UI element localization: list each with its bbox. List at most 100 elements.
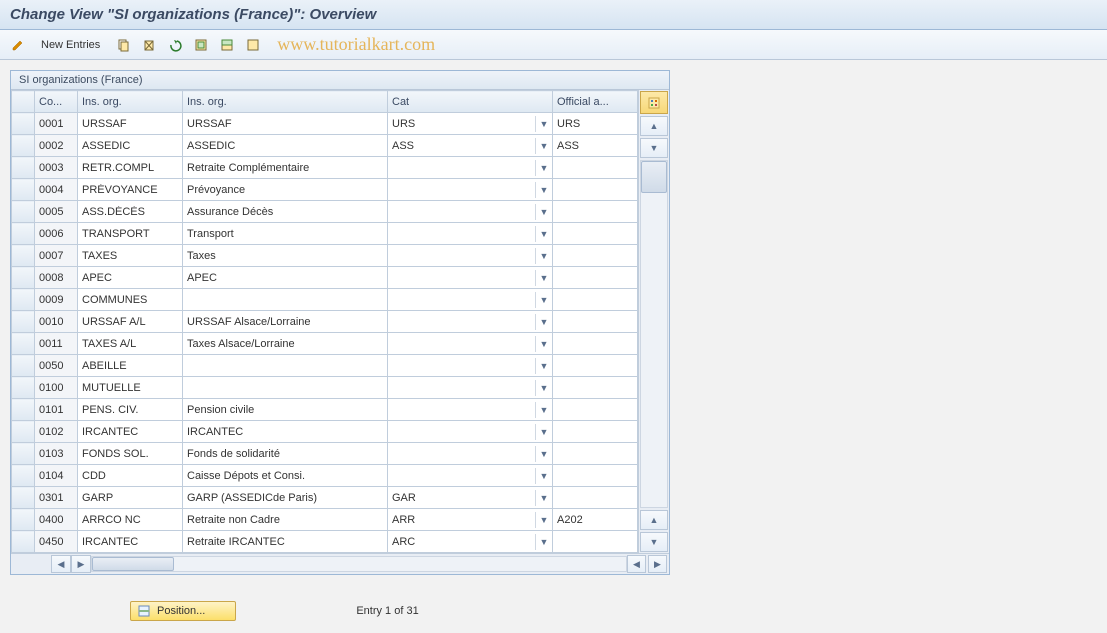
select-block-icon[interactable] — [217, 35, 237, 55]
ins-org-short-field[interactable] — [78, 355, 182, 376]
ins-org-short-field[interactable] — [78, 509, 182, 530]
code-field[interactable] — [35, 333, 77, 354]
code-field[interactable] — [35, 179, 77, 200]
scroll-row-down-icon[interactable]: ▼ — [640, 138, 668, 158]
category-value[interactable]: ARC — [388, 536, 535, 548]
code-field[interactable] — [35, 201, 77, 222]
code-field[interactable] — [35, 223, 77, 244]
official-field[interactable] — [553, 355, 637, 376]
ins-org-short-field[interactable] — [78, 245, 182, 266]
ins-org-long-field[interactable] — [183, 289, 387, 310]
ins-org-long-field[interactable] — [183, 201, 387, 222]
row-selector[interactable] — [12, 311, 35, 333]
ins-org-short-field[interactable] — [78, 157, 182, 178]
grid-header-cat[interactable]: Cat — [388, 91, 553, 113]
select-all-icon[interactable] — [191, 35, 211, 55]
official-field[interactable] — [553, 465, 637, 486]
official-field[interactable] — [553, 531, 637, 552]
row-selector[interactable] — [12, 113, 35, 135]
vertical-scrollbar-track[interactable] — [640, 160, 668, 508]
category-value[interactable]: ASS — [388, 140, 535, 152]
official-field[interactable] — [553, 311, 637, 332]
code-field[interactable] — [35, 157, 77, 178]
code-field[interactable] — [35, 113, 77, 134]
row-selector[interactable] — [12, 443, 35, 465]
ins-org-long-field[interactable] — [183, 179, 387, 200]
code-field[interactable] — [35, 267, 77, 288]
horizontal-scrollbar-track[interactable] — [91, 556, 627, 572]
delete-icon[interactable] — [139, 35, 159, 55]
code-field[interactable] — [35, 465, 77, 486]
row-selector[interactable] — [12, 421, 35, 443]
chevron-down-icon[interactable]: ▼ — [535, 380, 552, 396]
deselect-all-icon[interactable] — [243, 35, 263, 55]
scroll-down-icon[interactable]: ▼ — [640, 532, 668, 552]
grid-header-long[interactable]: Ins. org. — [183, 91, 388, 113]
chevron-down-icon[interactable]: ▼ — [535, 534, 552, 550]
ins-org-short-field[interactable] — [78, 487, 182, 508]
ins-org-long-field[interactable] — [183, 267, 387, 288]
grid-header-official[interactable]: Official a... — [553, 91, 638, 113]
chevron-down-icon[interactable]: ▼ — [535, 204, 552, 220]
undo-icon[interactable] — [165, 35, 185, 55]
chevron-down-icon[interactable]: ▼ — [535, 270, 552, 286]
category-value[interactable]: ARR — [388, 514, 535, 526]
scroll-col-right-icon[interactable]: ▶ — [71, 555, 91, 573]
official-field[interactable] — [553, 223, 637, 244]
ins-org-long-field[interactable] — [183, 399, 387, 420]
chevron-down-icon[interactable]: ▼ — [535, 160, 552, 176]
chevron-down-icon[interactable]: ▼ — [535, 336, 552, 352]
ins-org-short-field[interactable] — [78, 311, 182, 332]
chevron-down-icon[interactable]: ▼ — [535, 402, 552, 418]
vertical-scrollbar-thumb[interactable] — [641, 161, 667, 193]
chevron-down-icon[interactable]: ▼ — [535, 468, 552, 484]
ins-org-short-field[interactable] — [78, 465, 182, 486]
ins-org-long-field[interactable] — [183, 245, 387, 266]
chevron-down-icon[interactable]: ▼ — [535, 116, 552, 132]
official-field[interactable] — [553, 399, 637, 420]
category-value[interactable]: GAR — [388, 492, 535, 504]
chevron-down-icon[interactable]: ▼ — [535, 292, 552, 308]
toggle-change-icon[interactable] — [8, 35, 28, 55]
chevron-down-icon[interactable]: ▼ — [535, 490, 552, 506]
code-field[interactable] — [35, 421, 77, 442]
code-field[interactable] — [35, 289, 77, 310]
grid-header-code[interactable]: Co... — [35, 91, 78, 113]
row-selector[interactable] — [12, 289, 35, 311]
official-field[interactable] — [553, 443, 637, 464]
official-field[interactable] — [553, 157, 637, 178]
chevron-down-icon[interactable]: ▼ — [535, 446, 552, 462]
code-field[interactable] — [35, 377, 77, 398]
chevron-down-icon[interactable]: ▼ — [535, 138, 552, 154]
row-selector[interactable] — [12, 355, 35, 377]
chevron-down-icon[interactable]: ▼ — [535, 314, 552, 330]
chevron-down-icon[interactable]: ▼ — [535, 182, 552, 198]
code-field[interactable] — [35, 245, 77, 266]
scroll-row-up-icon[interactable]: ▲ — [640, 510, 668, 530]
new-entries-button[interactable]: New Entries — [34, 36, 107, 54]
ins-org-short-field[interactable] — [78, 201, 182, 222]
row-selector[interactable] — [12, 465, 35, 487]
ins-org-long-field[interactable] — [183, 443, 387, 464]
official-field[interactable] — [553, 267, 637, 288]
chevron-down-icon[interactable]: ▼ — [535, 512, 552, 528]
ins-org-long-field[interactable] — [183, 465, 387, 486]
ins-org-long-field[interactable] — [183, 135, 387, 156]
row-selector[interactable] — [12, 157, 35, 179]
code-field[interactable] — [35, 135, 77, 156]
ins-org-long-field[interactable] — [183, 509, 387, 530]
chevron-down-icon[interactable]: ▼ — [535, 424, 552, 440]
code-field[interactable] — [35, 487, 77, 508]
code-field[interactable] — [35, 443, 77, 464]
scroll-right-icon[interactable]: ▶ — [648, 555, 667, 573]
official-field[interactable] — [553, 179, 637, 200]
code-field[interactable] — [35, 531, 77, 552]
ins-org-short-field[interactable] — [78, 377, 182, 398]
official-field[interactable] — [553, 421, 637, 442]
code-field[interactable] — [35, 509, 77, 530]
ins-org-short-field[interactable] — [78, 113, 182, 134]
official-field[interactable] — [553, 245, 637, 266]
table-settings-icon[interactable] — [640, 91, 668, 114]
chevron-down-icon[interactable]: ▼ — [535, 226, 552, 242]
official-field[interactable] — [553, 333, 637, 354]
